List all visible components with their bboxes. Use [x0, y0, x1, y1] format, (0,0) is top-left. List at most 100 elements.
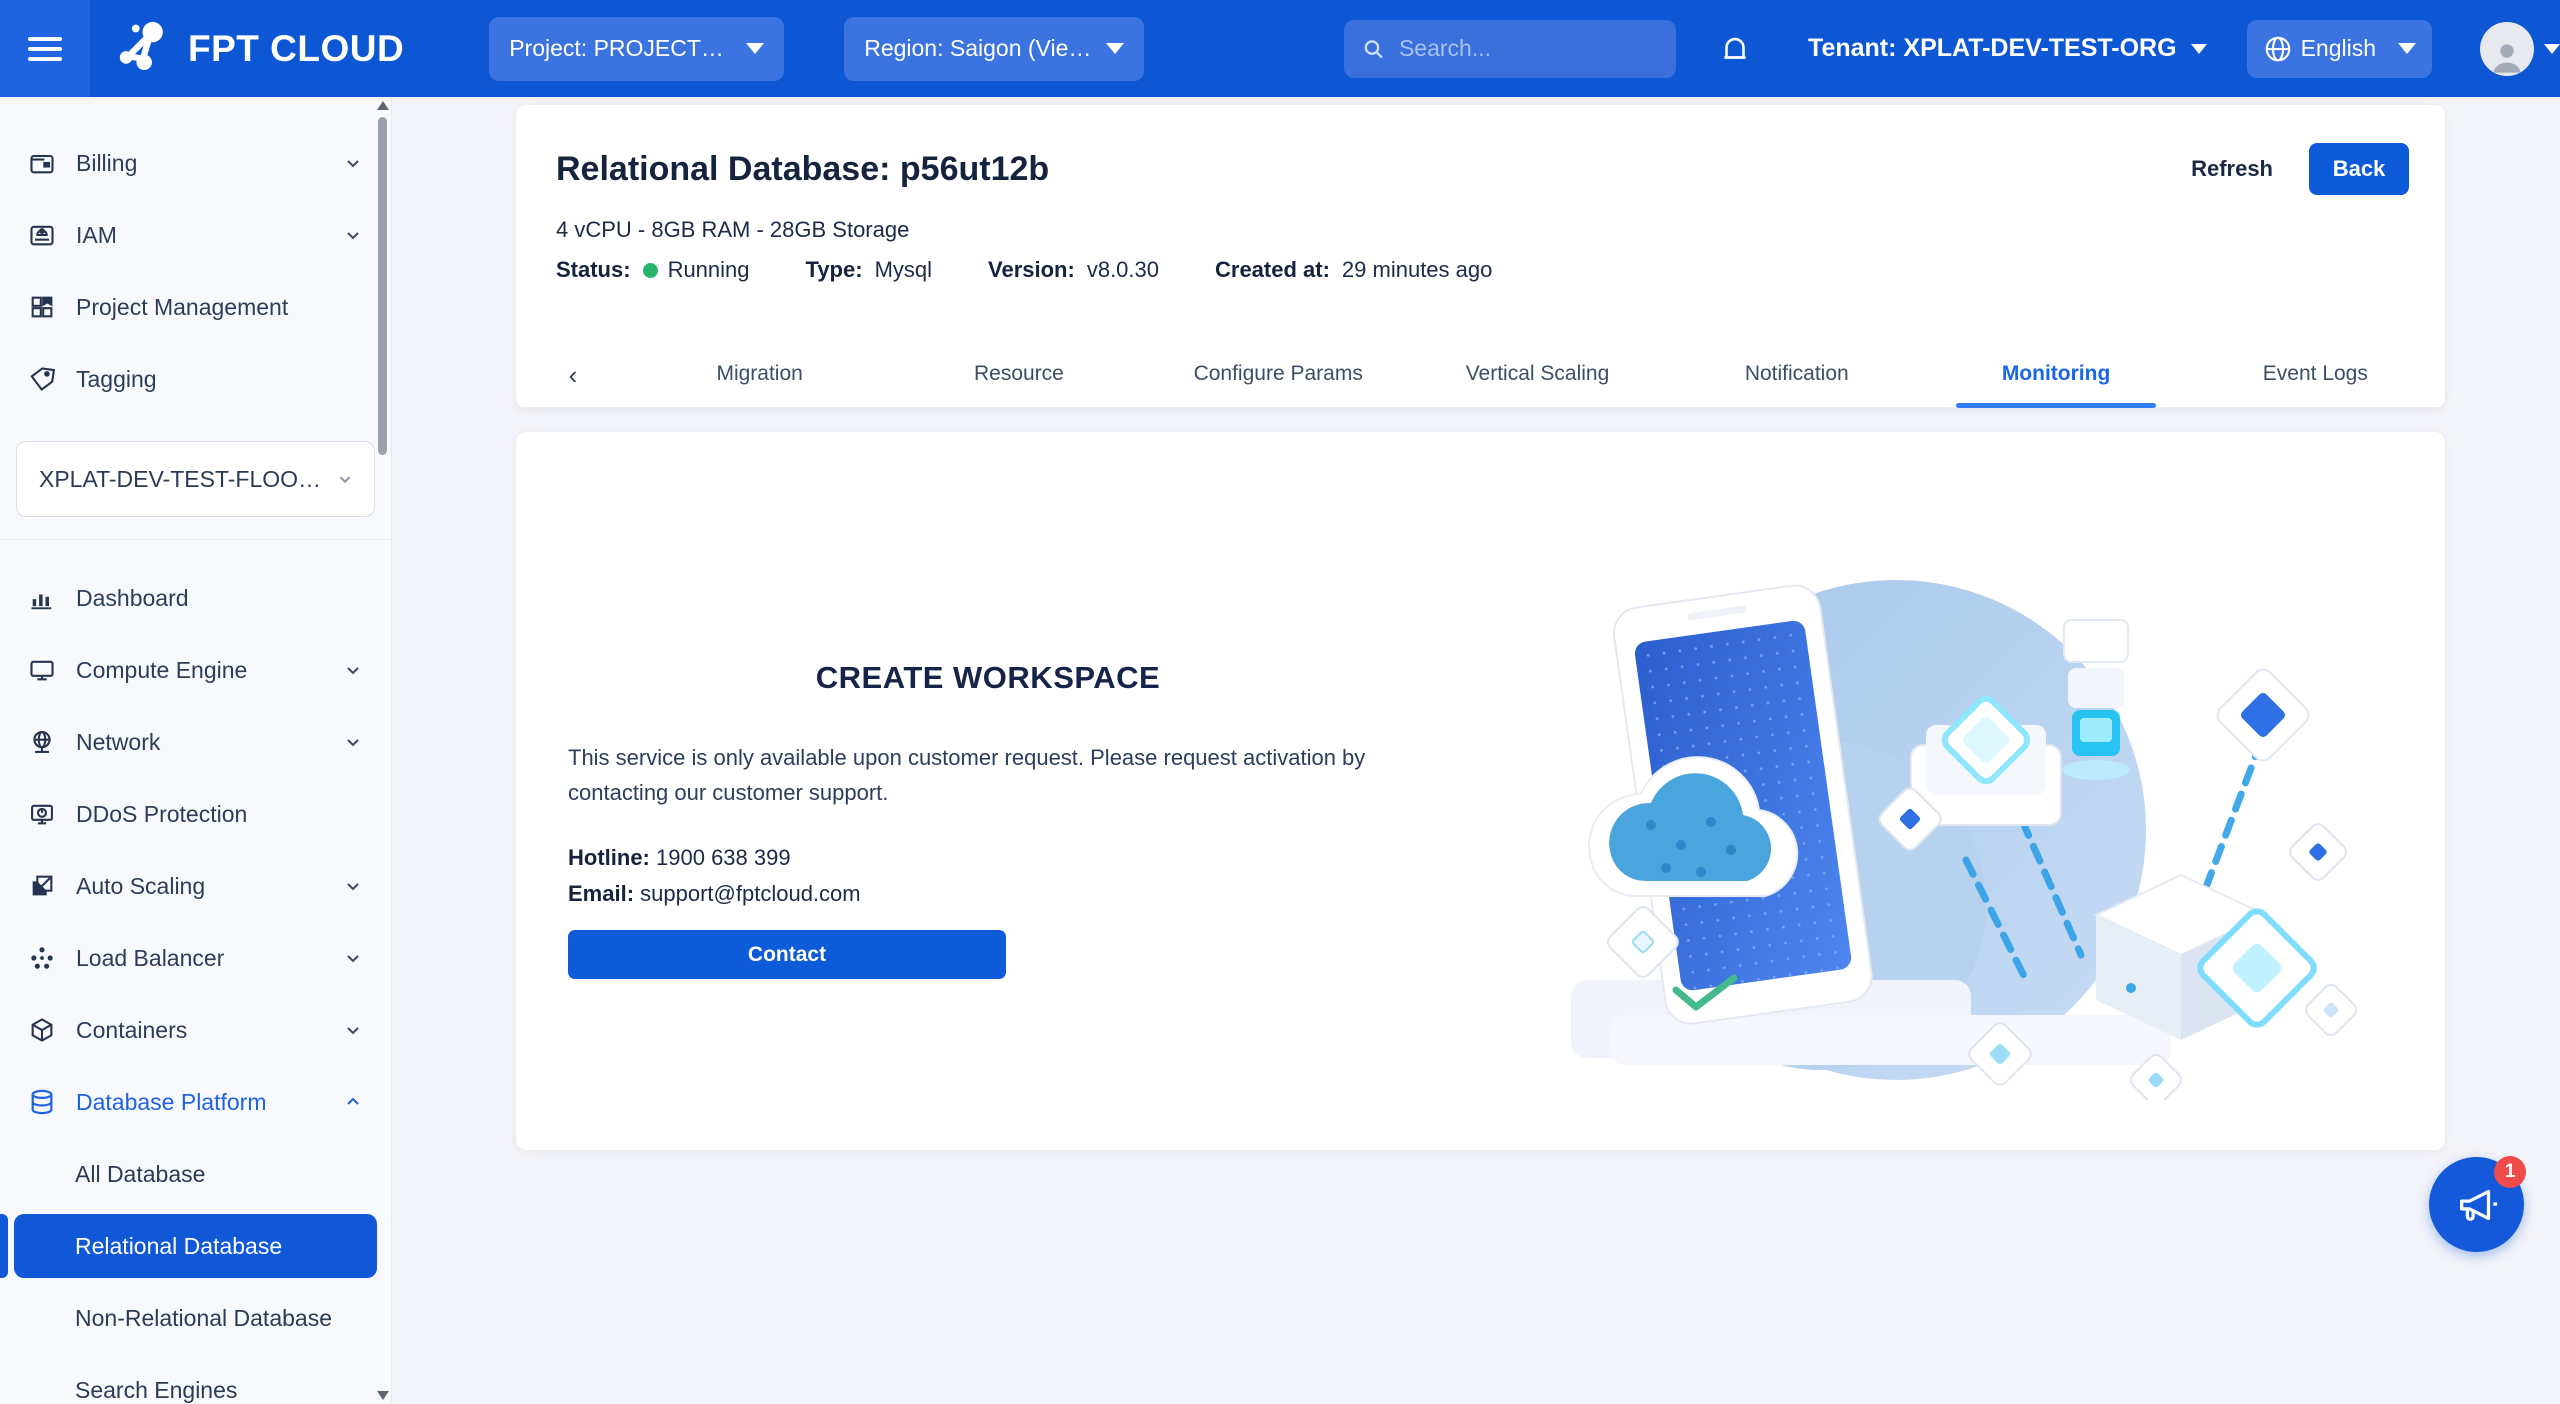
sidebar-item-ddos-protection[interactable]: DDoS Protection — [0, 778, 391, 850]
tab-bar: ‹ Migration Resource Configure Params Ve… — [516, 344, 2445, 408]
layers-icon — [28, 872, 56, 900]
status-row: Status: Running Type: Mysql Version: v8.… — [556, 257, 1492, 283]
user-menu[interactable] — [2480, 22, 2560, 76]
sidebar-item-project-management[interactable]: Project Management — [0, 271, 391, 343]
avatar — [2480, 22, 2534, 76]
chevron-down-icon — [1106, 43, 1124, 54]
chevron-down-icon — [2398, 43, 2416, 54]
chevron-down-icon — [2544, 44, 2560, 54]
search-box[interactable] — [1344, 20, 1676, 78]
notification-bell-button[interactable] — [1718, 31, 1752, 67]
tab-vertical-scaling[interactable]: Vertical Scaling — [1408, 344, 1667, 407]
chevron-down-icon — [334, 468, 356, 490]
version-value: v8.0.30 — [1087, 257, 1159, 283]
monitor-icon — [28, 656, 56, 684]
scroll-up-arrow[interactable] — [377, 101, 389, 110]
tab-configure-params[interactable]: Configure Params — [1149, 344, 1408, 407]
workspace-illustration — [1556, 560, 2376, 1100]
chevron-down-icon — [746, 43, 764, 54]
sidebar: Billing IAM Project Management Tagging X… — [0, 97, 392, 1404]
brand-name: FPT CLOUD — [188, 28, 404, 70]
sidebar-scrollbar[interactable] — [376, 97, 390, 1404]
sidebar-item-tagging[interactable]: Tagging — [0, 343, 391, 415]
type-label: Type: — [806, 257, 863, 283]
sidebar-item-load-balancer[interactable]: Load Balancer — [0, 922, 391, 994]
sidebar-item-iam[interactable]: IAM — [0, 199, 391, 271]
id-card-icon — [28, 221, 56, 249]
fpt-logo-icon — [112, 20, 174, 78]
email-value: support@fptcloud.com — [640, 881, 860, 906]
user-icon — [2487, 36, 2527, 76]
database-icon — [28, 1088, 56, 1116]
bar-chart-icon — [28, 584, 56, 612]
create-workspace-card: CREATE WORKSPACE This service is only av… — [516, 432, 2445, 1150]
chevron-down-icon — [341, 730, 365, 754]
sidebar-item-database-platform[interactable]: Database Platform — [0, 1066, 391, 1138]
notification-count-badge: 1 — [2494, 1156, 2526, 1188]
chevron-down-icon — [341, 151, 365, 175]
chevron-down-icon — [341, 1018, 365, 1042]
tab-event-logs[interactable]: Event Logs — [2186, 344, 2445, 407]
wallet-icon — [28, 149, 56, 177]
region-dropdown[interactable]: Region: Saigon (Vietn... — [844, 17, 1144, 81]
cube-icon — [28, 1016, 56, 1044]
tab-resource[interactable]: Resource — [889, 344, 1148, 407]
sidebar-item-network[interactable]: Network — [0, 706, 391, 778]
sidebar-item-auto-scaling[interactable]: Auto Scaling — [0, 850, 391, 922]
chevron-down-icon — [341, 874, 365, 898]
hamburger-icon — [28, 37, 62, 61]
sidebar-item-dashboard[interactable]: Dashboard — [0, 562, 391, 634]
megaphone-icon — [2454, 1182, 2500, 1228]
brand-logo[interactable]: FPT CLOUD — [112, 20, 404, 78]
tenant-dropdown[interactable]: Tenant: XPLAT-DEV-TEST-ORG — [1808, 34, 2207, 63]
refresh-button[interactable]: Refresh — [2191, 156, 2273, 182]
back-button[interactable]: Back — [2309, 143, 2409, 195]
chevron-down-icon — [341, 946, 365, 970]
hotline-value: 1900 638 399 — [656, 845, 791, 870]
sidebar-subitem-relational-database[interactable]: Relational Database — [14, 1214, 377, 1278]
sidebar-subitem-non-relational-database[interactable]: Non-Relational Database — [0, 1282, 391, 1354]
workspace-description: This service is only available upon cust… — [568, 740, 1408, 810]
tab-notification[interactable]: Notification — [1667, 344, 1926, 407]
scrollbar-thumb[interactable] — [378, 117, 387, 455]
page-title: Relational Database: p56ut12b — [556, 150, 1049, 189]
tab-migration[interactable]: Migration — [630, 344, 889, 407]
sidebar-subitem-search-engines[interactable]: Search Engines — [0, 1354, 391, 1404]
contact-button[interactable]: Contact — [568, 930, 1006, 979]
sidebar-item-billing[interactable]: Billing — [0, 127, 391, 199]
workspace-contacts: Hotline: 1900 638 399 Email: support@fpt… — [568, 840, 861, 911]
database-header-card: Relational Database: p56ut12b Refresh Ba… — [516, 105, 2445, 408]
language-dropdown[interactable]: English — [2247, 20, 2432, 78]
chevron-down-icon — [341, 223, 365, 247]
tab-monitoring[interactable]: Monitoring — [1926, 344, 2185, 407]
project-dropdown[interactable]: Project: PROJECT_XPL... — [489, 17, 784, 81]
status-value: Running — [668, 257, 750, 283]
nodes-icon — [28, 944, 56, 972]
main-content: Relational Database: p56ut12b Refresh Ba… — [393, 97, 2560, 1404]
active-item-indicator — [0, 1214, 8, 1278]
tabs-scroll-left-button[interactable]: ‹ — [516, 360, 630, 391]
status-label: Status: — [556, 257, 631, 283]
search-input[interactable] — [1399, 35, 1658, 62]
globe-stand-icon — [28, 728, 56, 756]
hamburger-menu-button[interactable] — [0, 0, 90, 97]
created-value: 29 minutes ago — [1342, 257, 1492, 283]
status-dot-icon — [643, 263, 658, 278]
grid-flag-icon — [28, 293, 56, 321]
workspace-heading: CREATE WORKSPACE — [568, 660, 1408, 696]
shield-monitor-icon — [28, 800, 56, 828]
instance-specs: 4 vCPU - 8GB RAM - 28GB Storage — [556, 217, 909, 243]
hotline-label: Hotline: — [568, 845, 650, 870]
type-value: Mysql — [875, 257, 932, 283]
sidebar-item-compute-engine[interactable]: Compute Engine — [0, 634, 391, 706]
search-icon — [1362, 36, 1385, 62]
tag-icon — [28, 365, 56, 393]
sidebar-item-containers[interactable]: Containers — [0, 994, 391, 1066]
created-label: Created at: — [1215, 257, 1330, 283]
sidebar-subitem-all-database[interactable]: All Database — [0, 1138, 391, 1210]
workspace-select[interactable]: XPLAT-DEV-TEST-FLOOR5-... — [16, 441, 375, 517]
topbar: FPT CLOUD Project: PROJECT_XPL... Region… — [0, 0, 2560, 97]
chevron-down-icon — [2191, 44, 2207, 54]
email-label: Email: — [568, 881, 634, 906]
scroll-down-arrow[interactable] — [377, 1391, 389, 1400]
